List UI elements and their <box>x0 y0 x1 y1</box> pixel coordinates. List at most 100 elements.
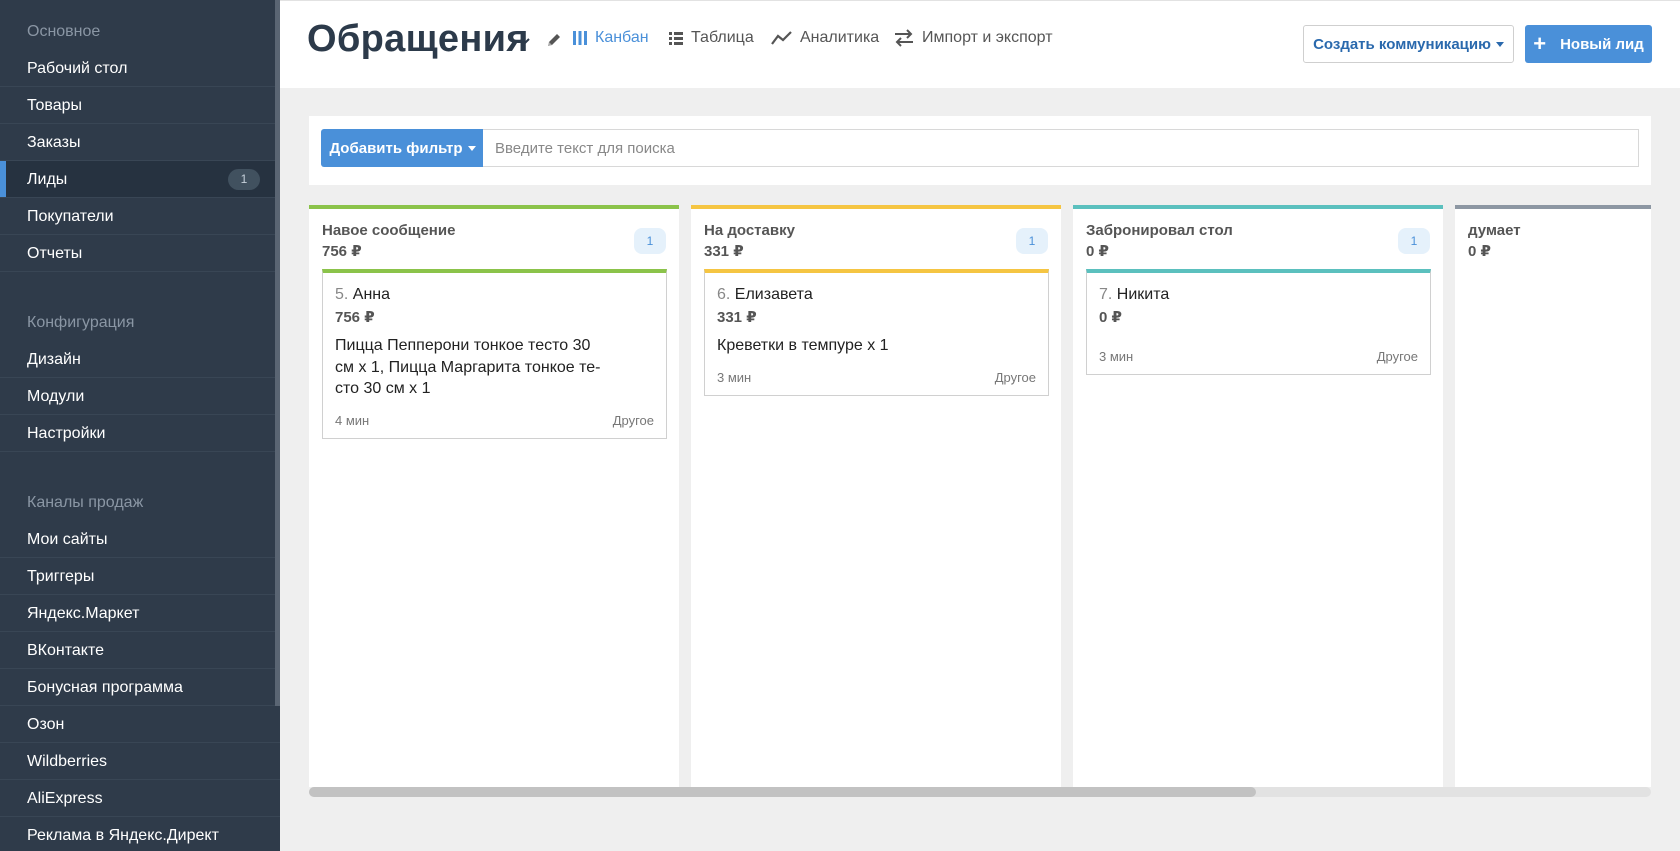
sidebar-item[interactable]: Рабочий стол <box>0 50 280 87</box>
caret-down-icon <box>1495 41 1504 47</box>
sidebar-item-label: Мои сайты <box>27 531 108 548</box>
column-title: На доставку <box>704 222 795 239</box>
filter-panel: Добавить фильтр <box>309 116 1651 185</box>
lead-source: Другое <box>612 413 654 428</box>
column-sum: 0 ₽ <box>1468 243 1491 260</box>
sidebar-item-label: Модули <box>27 388 85 405</box>
search-input[interactable] <box>483 129 1639 167</box>
sidebar-item[interactable]: Покупатели <box>0 198 280 235</box>
sidebar-item[interactable]: Товары <box>0 87 280 124</box>
add-filter-button[interactable]: Добавить фильтр <box>321 129 484 167</box>
sidebar-item[interactable]: Лиды 1 <box>0 161 280 198</box>
lead-card[interactable]: 7. Никита 0 ₽ 3 мин Другое <box>1086 269 1431 375</box>
column-count-badge: 1 <box>1016 228 1048 254</box>
scrollbar-thumb[interactable] <box>309 787 1256 797</box>
sidebar-item[interactable]: Отчеты <box>0 235 280 272</box>
sidebar-item[interactable]: Заказы <box>0 124 280 161</box>
lead-time: 3 мин <box>1099 349 1134 364</box>
column-title: Навое сообщение <box>322 222 456 239</box>
sidebar-item-label: Дизайн <box>27 351 81 368</box>
sidebar-item-label: Товары <box>27 97 83 114</box>
column-sum: 0 ₽ <box>1086 243 1109 260</box>
column-count-badge: 1 <box>634 228 666 254</box>
view-analytics-tab[interactable]: Аналитика <box>771 29 879 47</box>
column-sum: 331 ₽ <box>704 243 744 260</box>
lead-name: 5. Анна <box>335 286 390 304</box>
add-filter-label: Добавить фильтр <box>329 139 463 157</box>
lead-number: 5. <box>335 286 349 303</box>
sidebar-item-label: Отчеты <box>27 245 83 262</box>
lead-name-text: Никита <box>1116 286 1170 303</box>
sidebar-item-label: ВКонтакте <box>27 642 104 659</box>
view-table-label: Таблица <box>691 29 754 46</box>
sidebar-section: Основное Рабочий стол Товары Заказы Лиды 1 Пок… <box>0 13 280 272</box>
sidebar-item[interactable]: Бонусная программа <box>0 669 280 706</box>
sidebar-item[interactable]: Реклама в Яндекс.Директ <box>0 817 280 851</box>
kanban-board: Навое сообщение 756 ₽ 1 5. Анна 756 ₽ Пицца П… <box>309 205 1651 787</box>
sidebar-item[interactable]: Дизайн <box>0 341 280 378</box>
sidebar-item-label: Яндекс.Маркет <box>27 605 140 622</box>
create-communication-label: Создать коммуникацию <box>1313 35 1491 53</box>
kanban-column: Забронировал стол 0 ₽ 1 7. Никита 0 ₽ 3 мин Др… <box>1073 205 1443 787</box>
sidebar-item[interactable]: Wildberries <box>0 743 280 780</box>
kanban-column: На доставку 331 ₽ 1 6. Елизавета 331 ₽ Кревет… <box>691 205 1061 787</box>
column-sum: 756 ₽ <box>322 243 362 260</box>
list-icon <box>669 32 683 45</box>
create-communication-button[interactable]: Создать коммуникацию <box>1303 25 1514 63</box>
sidebar-item[interactable]: Озон <box>0 706 280 743</box>
swap-arrows-icon <box>895 29 913 47</box>
sidebar-item[interactable]: ВКонтакте <box>0 632 280 669</box>
view-table-tab[interactable]: Таблица <box>668 29 754 47</box>
sidebar-item-label: Заказы <box>27 134 81 151</box>
kanban-column: думает 0 ₽ <box>1455 205 1651 787</box>
view-kanban-label: Канбан <box>595 29 649 46</box>
lead-number: 6. <box>717 286 731 303</box>
plus-icon: + <box>1533 31 1547 56</box>
sidebar-item[interactable]: AliExpress <box>0 780 280 817</box>
board-horizontal-scrollbar[interactable] <box>309 787 1651 797</box>
chevron-down-icon[interactable] <box>518 34 532 48</box>
view-kanban-tab[interactable]: Канбан <box>572 29 649 47</box>
sidebar-item-label: Реклама в Яндекс.Директ <box>27 827 219 844</box>
sidebar-item[interactable]: Триггеры <box>0 558 280 595</box>
line-chart-icon <box>771 31 792 45</box>
lead-name: 6. Елизавета <box>717 286 813 304</box>
lead-number: 7. <box>1099 286 1113 303</box>
lead-name-text: Елизавета <box>734 286 813 303</box>
lead-sum: 331 ₽ <box>717 309 757 326</box>
lead-description: Пицца Пепперони тонкое тесто 30 см х 1, … <box>335 337 601 397</box>
sidebar-item-label: Рабочий стол <box>27 60 128 77</box>
lead-source: Другое <box>1376 349 1418 364</box>
sidebar-item[interactable]: Модули <box>0 378 280 415</box>
pencil-icon[interactable] <box>545 31 563 49</box>
page-title: Обращения <box>307 18 529 60</box>
sidebar-item-label: Лиды <box>27 171 68 188</box>
lead-time: 4 мин <box>335 413 370 428</box>
lead-time: 3 мин <box>717 370 752 385</box>
count-badge: 1 <box>228 169 260 190</box>
column-title: думает <box>1468 222 1521 239</box>
sidebar-item-label: Триггеры <box>27 568 95 585</box>
sidebar-item[interactable]: Настройки <box>0 415 280 452</box>
import-export-tab[interactable]: Импорт и экспорт <box>893 29 1053 47</box>
lead-card[interactable]: 6. Елизавета 331 ₽ Креветки в темпуре х 1 3… <box>704 269 1049 396</box>
sidebar-section: Каналы продаж Мои сайты Триггеры Яндекс.Мар… <box>0 484 280 851</box>
page-header: Обращения Канбан Таблица Аналитика Импор… <box>280 0 1680 88</box>
sidebar-section: Конфигурация Дизайн Модули Настройки <box>0 304 280 452</box>
sidebar-item-label: Покупатели <box>27 208 114 225</box>
sidebar-item[interactable]: Яндекс.Маркет <box>0 595 280 632</box>
sidebar-item-label: Настройки <box>27 425 106 442</box>
lead-source: Другое <box>994 370 1036 385</box>
kanban-column: Навое сообщение 756 ₽ 1 5. Анна 756 ₽ Пицца П… <box>309 205 679 787</box>
lead-card[interactable]: 5. Анна 756 ₽ Пицца Пепперони тонкое тесто… <box>322 269 667 439</box>
sidebar-scrollbar[interactable] <box>275 0 280 706</box>
sidebar: Основное Рабочий стол Товары Заказы Лиды 1 Пок… <box>0 0 280 851</box>
sidebar-section-title: Конфигурация <box>27 314 135 331</box>
new-lead-button[interactable]: + Новый лид <box>1525 25 1652 63</box>
sidebar-item-label: Бонусная программа <box>27 679 183 696</box>
lead-description: Креветки в темпуре х 1 <box>717 337 889 354</box>
caret-down-icon <box>467 145 476 151</box>
sidebar-item-label: Озон <box>27 716 65 733</box>
sidebar-item[interactable]: Мои сайты <box>0 521 280 558</box>
kanban-icon <box>573 31 587 45</box>
